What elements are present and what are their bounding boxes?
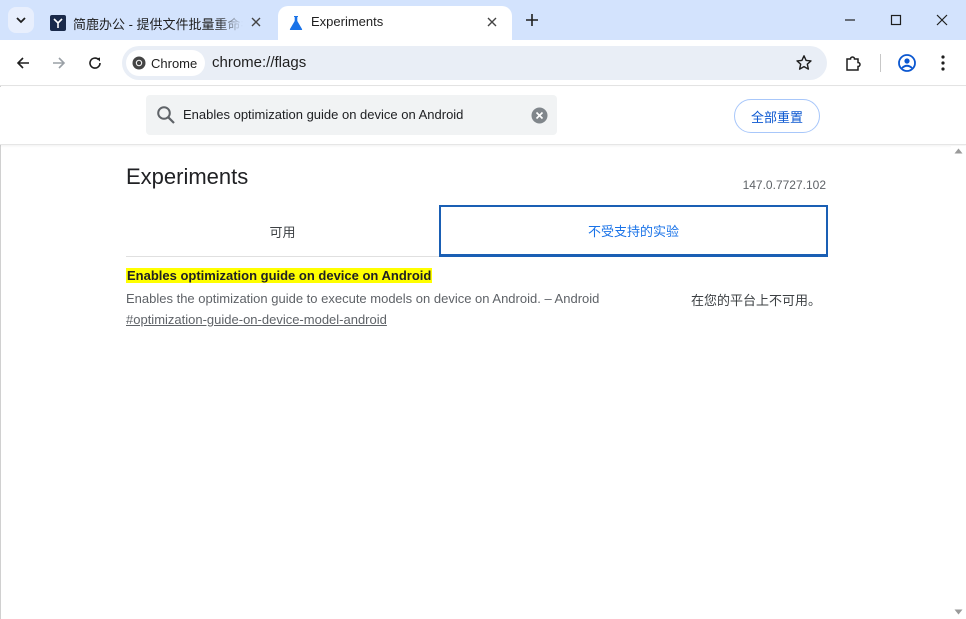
plus-icon bbox=[526, 14, 538, 26]
search-input[interactable]: Enables optimization guide on device on … bbox=[183, 107, 463, 122]
scroll-up-arrow-icon[interactable] bbox=[954, 148, 963, 154]
account-circle-icon bbox=[898, 54, 916, 72]
minimize-button[interactable] bbox=[833, 6, 867, 34]
tab-title: 简鹿办公 - 提供文件批量重命名 bbox=[73, 17, 243, 32]
puzzle-icon bbox=[846, 56, 861, 71]
minimize-icon bbox=[845, 19, 855, 21]
flags-header: Enables optimization guide on device on … bbox=[0, 87, 966, 145]
new-tab-button[interactable] bbox=[521, 9, 543, 31]
star-icon[interactable] bbox=[795, 54, 813, 72]
browser-toolbar: Chrome chrome://flags bbox=[0, 40, 966, 86]
maximize-icon bbox=[890, 14, 902, 26]
page-border bbox=[0, 86, 1, 619]
version-label: 147.0.7727.102 bbox=[742, 178, 826, 192]
jianlu-logo-icon bbox=[50, 15, 66, 31]
clear-search-icon[interactable] bbox=[531, 107, 548, 124]
scroll-down-arrow-icon[interactable] bbox=[954, 609, 963, 615]
flags-tab-list: 可用 不受支持的实验 bbox=[126, 205, 828, 257]
maximize-button[interactable] bbox=[879, 6, 913, 34]
url-text[interactable]: chrome://flags bbox=[212, 54, 306, 71]
extensions-button[interactable] bbox=[842, 52, 864, 74]
site-info-chip[interactable]: Chrome bbox=[126, 50, 206, 76]
close-icon bbox=[936, 14, 948, 26]
tab-strip: 简鹿办公 - 提供文件批量重命名 Experiments bbox=[0, 0, 966, 40]
page-title: Experiments bbox=[126, 164, 249, 189]
chevron-down-icon bbox=[16, 17, 26, 24]
tab-title: Experiments bbox=[311, 14, 384, 29]
page-scrollbar[interactable] bbox=[951, 146, 966, 619]
window-close-button[interactable] bbox=[925, 6, 959, 34]
forward-button[interactable] bbox=[46, 50, 72, 76]
close-icon[interactable] bbox=[248, 14, 264, 30]
tab-jianlu[interactable]: 简鹿办公 - 提供文件批量重命名 bbox=[40, 6, 276, 40]
close-icon[interactable] bbox=[484, 14, 500, 30]
experiment-permalink[interactable]: #optimization-guide-on-device-model-andr… bbox=[126, 312, 387, 327]
reload-icon bbox=[89, 57, 101, 69]
arrow-left-icon bbox=[16, 57, 29, 69]
more-vert-icon bbox=[941, 55, 945, 71]
flask-icon bbox=[289, 16, 303, 30]
flags-search-box[interactable]: Enables optimization guide on device on … bbox=[146, 95, 557, 135]
experiment-status: 在您的平台上不可用。 bbox=[691, 293, 822, 308]
chip-label: Chrome bbox=[151, 55, 198, 71]
tab-search-button[interactable] bbox=[8, 7, 34, 33]
tab-experiments[interactable]: Experiments bbox=[278, 6, 512, 40]
tab-available[interactable]: 可用 bbox=[126, 205, 439, 257]
back-button[interactable] bbox=[10, 50, 36, 76]
toolbar-divider bbox=[880, 54, 881, 72]
chrome-logo-icon bbox=[132, 56, 146, 70]
reload-button[interactable] bbox=[82, 50, 108, 76]
tab-unsupported[interactable]: 不受支持的实验 bbox=[439, 205, 828, 257]
reset-all-button[interactable]: 全部重置 bbox=[734, 99, 820, 133]
arrow-right-icon bbox=[53, 57, 66, 69]
address-bar[interactable]: Chrome chrome://flags bbox=[122, 46, 827, 80]
experiment-title: Enables optimization guide on device on … bbox=[126, 268, 433, 283]
profile-button[interactable] bbox=[896, 52, 918, 74]
search-icon bbox=[157, 106, 175, 124]
experiment-description: Enables the optimization guide to execut… bbox=[126, 291, 600, 306]
menu-button[interactable] bbox=[932, 52, 954, 74]
